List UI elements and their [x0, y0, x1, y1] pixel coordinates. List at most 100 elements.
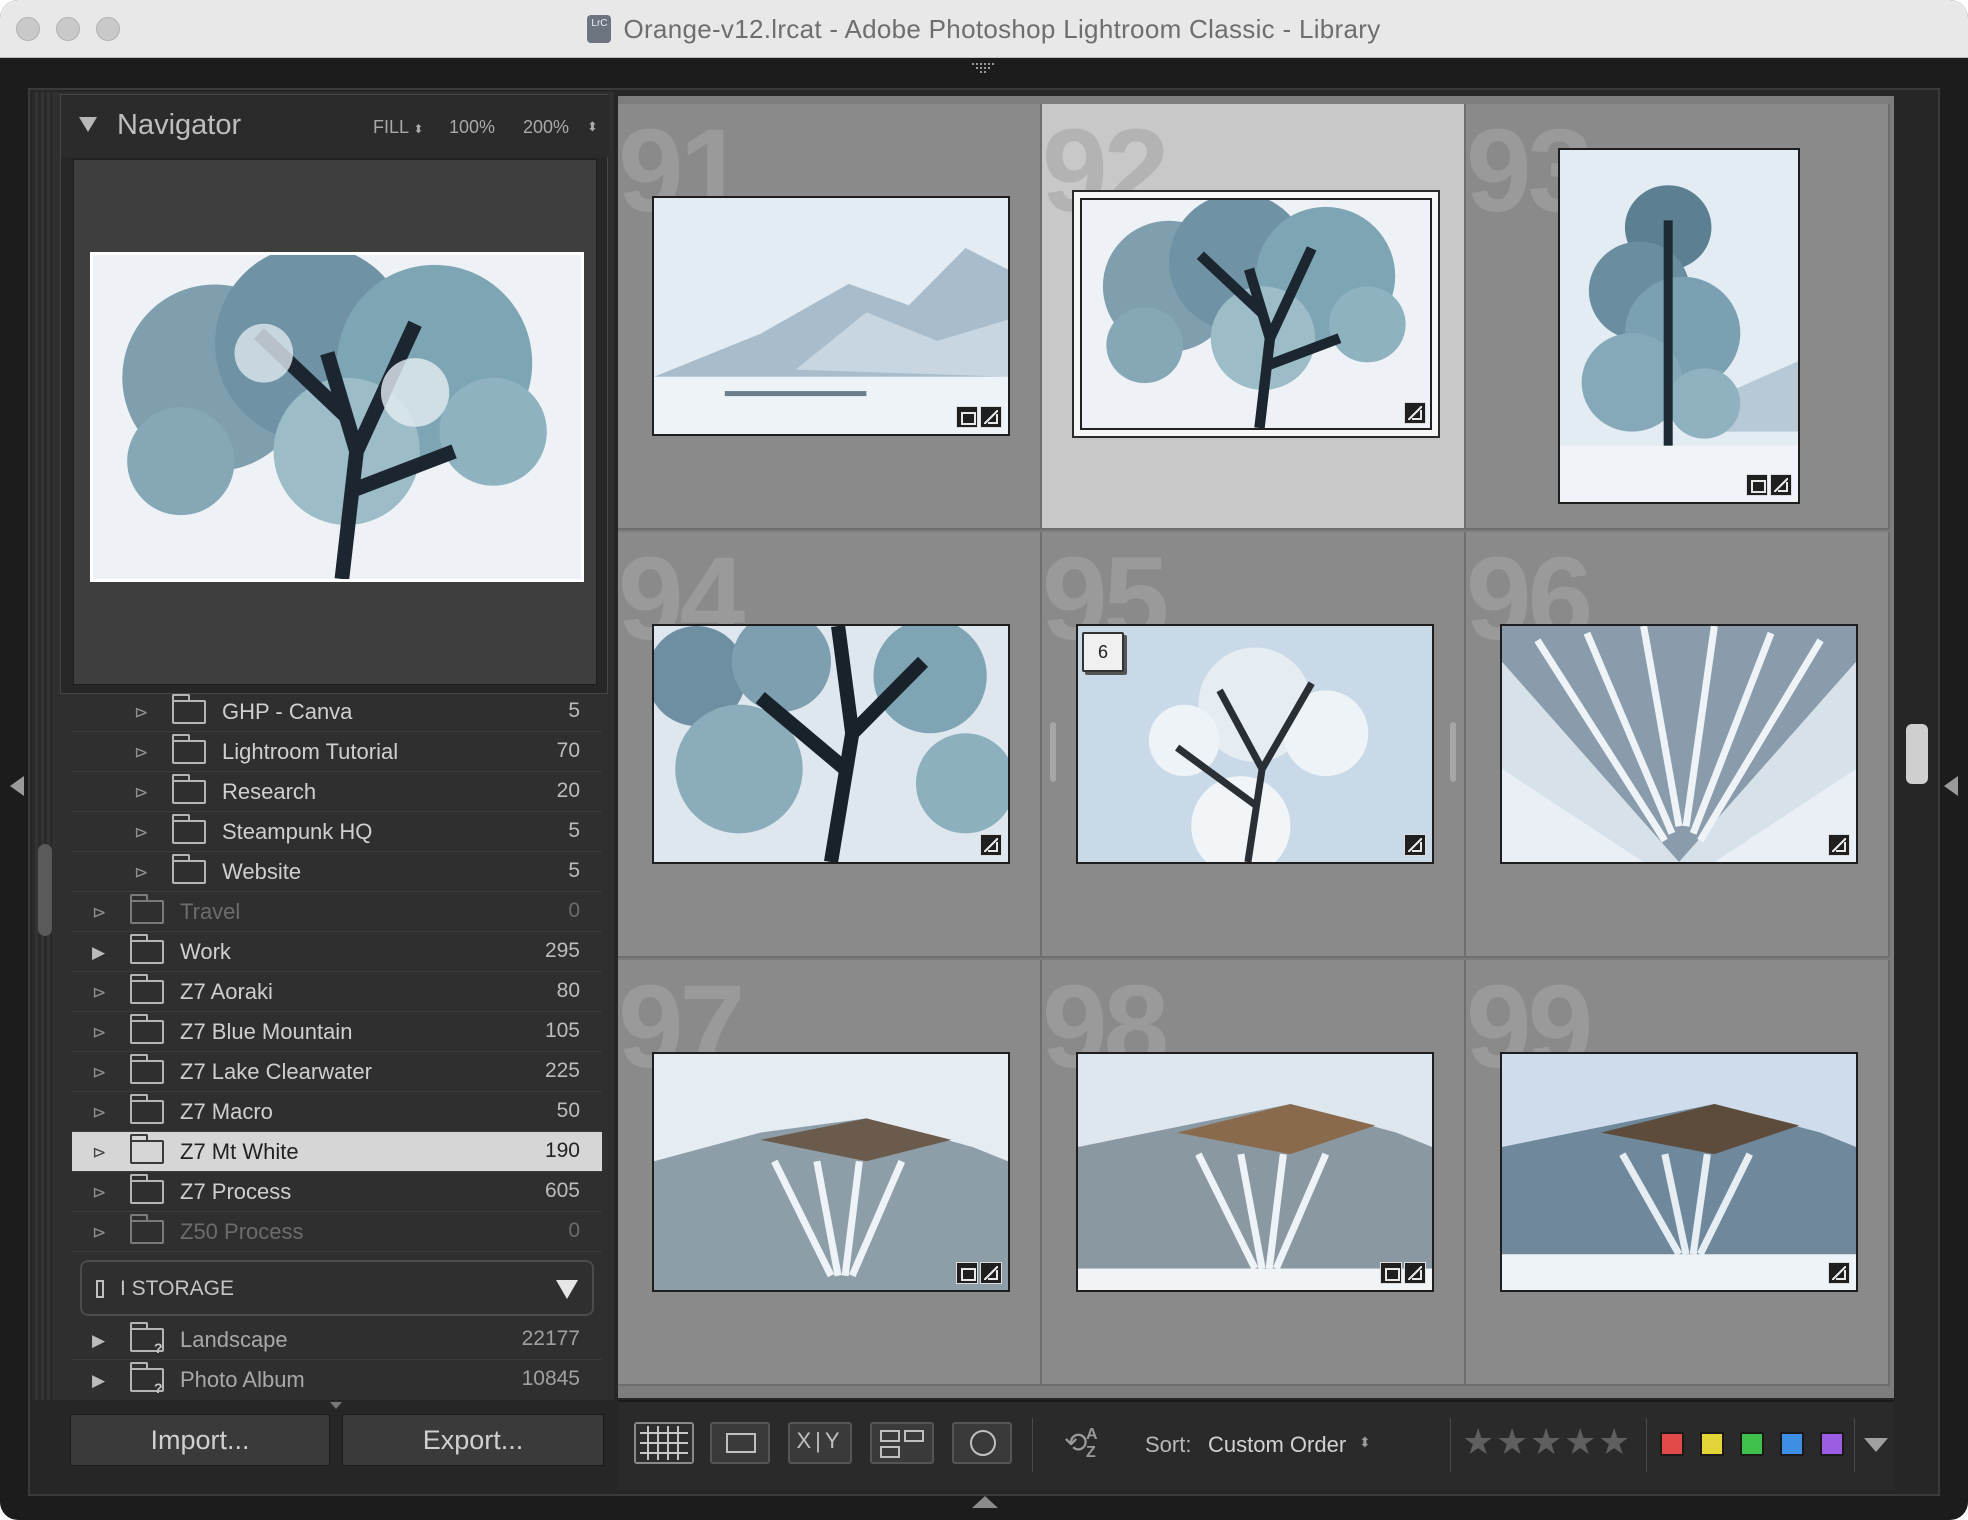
folder-row[interactable]: ⊳ Z7 Process 605	[72, 1172, 602, 1212]
expand-triangle-icon[interactable]: ⊳	[134, 703, 148, 723]
rating-star-4[interactable]: ★	[1564, 1424, 1596, 1460]
rating-star-2[interactable]: ★	[1496, 1424, 1528, 1460]
photo-thumbnail[interactable]: 6	[1076, 624, 1434, 864]
grid-cell[interactable]: 97	[618, 960, 1042, 1386]
bare-snow-tree-photo	[1078, 626, 1432, 862]
develop-badge-icon	[1828, 834, 1850, 856]
import-button[interactable]: Import...	[70, 1414, 330, 1466]
expand-triangle-icon[interactable]: ⊳	[92, 1183, 106, 1203]
rating-star-3[interactable]: ★	[1530, 1424, 1562, 1460]
stack-handle-right[interactable]	[1450, 722, 1456, 782]
folder-row[interactable]: ⊳ Z7 Aoraki 80	[72, 972, 602, 1012]
folder-row[interactable]: ⊳ Z7 Macro 50	[72, 1092, 602, 1132]
photo-thumbnail[interactable]	[652, 196, 1010, 436]
photo-thumbnail[interactable]	[1076, 1052, 1434, 1292]
zoom-200-option[interactable]: 200%	[523, 117, 569, 138]
toolbar-menu-chevron-icon[interactable]	[1864, 1438, 1888, 1452]
grid-scrollbar-thumb[interactable]	[1906, 724, 1928, 784]
filmstrip-toggle-icon[interactable]	[972, 1496, 998, 1508]
navigator-preview[interactable]	[73, 159, 597, 685]
grid-cell[interactable]: 93	[1466, 104, 1890, 530]
grid-cell[interactable]: 96	[1466, 532, 1890, 958]
color-label-purple[interactable]	[1820, 1432, 1844, 1456]
develop-badge-icon	[1404, 402, 1426, 424]
expand-triangle-icon[interactable]: ⊳	[92, 1103, 106, 1123]
color-label-green[interactable]	[1740, 1432, 1764, 1456]
develop-badge-icon	[980, 1262, 1002, 1284]
people-view-button[interactable]	[952, 1422, 1012, 1464]
navigator-header[interactable]: Navigator FILL ⬍ 100% 200% ⬍	[61, 95, 609, 157]
folder-row[interactable]: ▶ Work 295	[72, 932, 602, 972]
expand-triangle-icon[interactable]: ⊳	[92, 983, 106, 1003]
folder-row[interactable]: ⊳ Steampunk HQ 5	[72, 812, 602, 852]
photo-thumbnail[interactable]	[1558, 148, 1800, 504]
sort-dropdown-icon[interactable]: ⬍	[1359, 1434, 1371, 1451]
photo-thumbnail[interactable]	[1500, 624, 1858, 864]
rating-star-1[interactable]: ★	[1462, 1424, 1494, 1460]
color-label-yellow[interactable]	[1700, 1432, 1724, 1456]
grid-view-icon[interactable]	[634, 1422, 694, 1464]
develop-badge-icon	[1828, 1262, 1850, 1284]
offline-folder-row[interactable]: ▶ ? Landscape 22177	[72, 1320, 602, 1360]
survey-view-button[interactable]	[870, 1422, 934, 1464]
grid-cell[interactable]: 91	[618, 104, 1042, 530]
collapse-triangle-icon[interactable]	[79, 117, 97, 132]
expand-triangle-icon[interactable]: ⊳	[134, 743, 148, 763]
develop-badge-icon	[980, 406, 1002, 428]
expand-triangle-icon[interactable]: ⊳	[92, 1143, 106, 1163]
loupe-view-button[interactable]	[710, 1422, 770, 1464]
folder-row[interactable]: ⊳ Website 5	[72, 852, 602, 892]
export-button[interactable]: Export...	[342, 1414, 604, 1466]
photo-thumbnail[interactable]	[652, 624, 1010, 864]
right-panel-expand-icon[interactable]	[1944, 776, 1958, 796]
snowy-ridge-photo	[1078, 1054, 1432, 1290]
zoom-more-icon[interactable]: ⬍	[587, 119, 598, 135]
expand-triangle-icon[interactable]: ▶	[92, 943, 105, 963]
sort-order-select[interactable]: Custom Order	[1208, 1432, 1346, 1458]
color-label-red[interactable]	[1660, 1432, 1684, 1456]
folder-row[interactable]: ⊳ GHP - Canva 5	[72, 692, 602, 732]
grid-cell[interactable]: 99	[1466, 960, 1890, 1386]
zoom-fill-option[interactable]: FILL ⬍	[373, 117, 423, 138]
expand-triangle-icon[interactable]: ⊳	[92, 1063, 106, 1083]
grid-cell[interactable]: 95 6	[1042, 532, 1466, 958]
zoom-100-option[interactable]: 100%	[449, 117, 495, 138]
expand-triangle-icon[interactable]: ⊳	[134, 863, 148, 883]
top-panel-toggle-icon[interactable]	[970, 62, 998, 76]
photo-thumbnail[interactable]	[652, 1052, 1010, 1292]
folder-row[interactable]: ⊳ Z7 Lake Clearwater 225	[72, 1052, 602, 1092]
folder-row[interactable]: ⊳ Travel 0	[72, 892, 602, 932]
grid-cell[interactable]: 94	[618, 532, 1042, 958]
left-panel-collapse-icon[interactable]	[10, 776, 24, 796]
expand-triangle-icon[interactable]: ⊳	[92, 1223, 106, 1243]
color-label-blue[interactable]	[1780, 1432, 1804, 1456]
stack-count-badge[interactable]: 6	[1082, 632, 1124, 672]
folder-row-selected[interactable]: ⊳ Z7 Mt White 190	[72, 1132, 602, 1172]
navigator-image[interactable]	[90, 245, 584, 582]
rating-star-5[interactable]: ★	[1598, 1424, 1630, 1460]
folder-row[interactable]: ⊳ Research 20	[72, 772, 602, 812]
expand-triangle-icon[interactable]: ⊳	[92, 1023, 106, 1043]
expand-triangle-icon[interactable]: ⊳	[92, 903, 106, 923]
offline-folder-row[interactable]: ▶ ? Photo Album 10845	[72, 1360, 602, 1400]
volume-collapse-triangle-icon[interactable]	[556, 1280, 578, 1299]
photo-thumbnail[interactable]	[1500, 1052, 1858, 1292]
folder-row[interactable]: ⊳ Lightroom Tutorial 70	[72, 732, 602, 772]
panel-resize-grip-icon[interactable]	[330, 1402, 342, 1409]
stack-handle-left[interactable]	[1050, 722, 1056, 782]
crop-badge-icon	[956, 1262, 978, 1284]
compare-view-button[interactable]: X|Y	[788, 1422, 852, 1464]
grid-cell-selected[interactable]: 92	[1042, 104, 1466, 530]
volume-header[interactable]: I STORAGE	[80, 1260, 594, 1316]
folder-row[interactable]: ⊳ Z50 Process 0	[72, 1212, 602, 1252]
folder-row[interactable]: ⊳ Z7 Blue Mountain 105	[72, 1012, 602, 1052]
grid-cell[interactable]: 98	[1042, 960, 1466, 1386]
photo-thumbnail-selected[interactable]	[1072, 190, 1440, 438]
expand-triangle-icon[interactable]: ▶	[92, 1371, 105, 1391]
expand-triangle-icon[interactable]: ▶	[92, 1331, 105, 1351]
expand-triangle-icon[interactable]: ⊳	[134, 823, 148, 843]
left-panel-scrollbar[interactable]	[38, 844, 52, 936]
expand-triangle-icon[interactable]: ⊳	[134, 783, 148, 803]
library-grid: 91 92 93 94 95 6 96 97 98 99	[618, 96, 1894, 1398]
sort-direction-icon[interactable]: ⟲ A Z	[1064, 1422, 1128, 1470]
